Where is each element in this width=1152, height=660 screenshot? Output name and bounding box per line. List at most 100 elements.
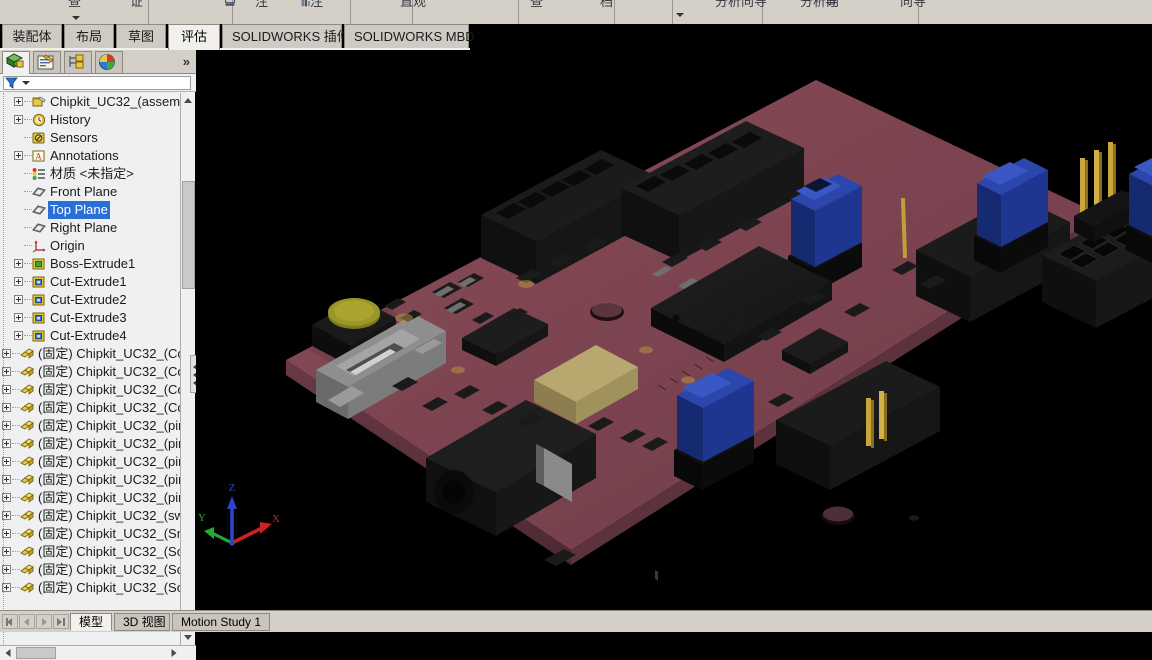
tree-hscroll-thumb[interactable]: [16, 647, 56, 659]
tree-filter-bar[interactable]: [0, 74, 196, 92]
last-tab-button[interactable]: [53, 614, 69, 629]
tree-item-label[interactable]: (固定) Chipkit_UC32_(Cor: [36, 399, 180, 417]
funnel-filter-icon[interactable]: [5, 77, 18, 89]
tree-item[interactable]: (固定) Chipkit_UC32_(Cor: [0, 363, 180, 381]
tree-item[interactable]: Origin: [0, 237, 180, 255]
tree-item-label[interactable]: Cut-Extrude1: [48, 273, 129, 291]
tree-item[interactable]: (固定) Chipkit_UC32_(Sm: [0, 525, 180, 543]
tree-horizontal-scrollbar[interactable]: [0, 645, 196, 660]
tree-item[interactable]: (固定) Chipkit_UC32_(Cor: [0, 345, 180, 363]
first-tab-button[interactable]: [2, 614, 18, 629]
tree-item-label[interactable]: Cut-Extrude4: [48, 327, 129, 345]
tree-item[interactable]: (固定) Chipkit_UC32_(Sot: [0, 579, 180, 597]
tree-item[interactable]: Cut-Extrude2: [0, 291, 180, 309]
tree-item[interactable]: (固定) Chipkit_UC32_(Sot: [0, 543, 180, 561]
panel-overflow-button[interactable]: »: [183, 54, 190, 69]
filter-dropdown-caret[interactable]: [22, 81, 30, 85]
tree-item[interactable]: Cut-Extrude1: [0, 273, 180, 291]
tree-expand-toggle[interactable]: [14, 97, 23, 106]
property-manager-tab[interactable]: [33, 51, 61, 73]
tree-item-label[interactable]: (固定) Chipkit_UC32_(Sm: [36, 525, 180, 543]
command-tab-3[interactable]: 评估: [168, 24, 220, 50]
feature-manager-tab[interactable]: [2, 51, 30, 75]
command-tab-1[interactable]: 布局: [64, 24, 114, 48]
tree-item[interactable]: (固定) Chipkit_UC32_(Sot: [0, 561, 180, 579]
tree-item[interactable]: A Annotations: [0, 147, 180, 165]
tree-item-label[interactable]: (固定) Chipkit_UC32_(swi: [36, 507, 180, 525]
tree-item-label[interactable]: (固定) Chipkit_UC32_(pin: [36, 489, 180, 507]
tree-item[interactable]: (固定) Chipkit_UC32_(swi: [0, 507, 180, 525]
tree-item-label[interactable]: Annotations: [48, 147, 121, 165]
tree-item-label[interactable]: Cut-Extrude3: [48, 309, 129, 327]
ribbon-command-label-0[interactable]: 查: [68, 0, 81, 10]
tree-item[interactable]: Cut-Extrude3: [0, 309, 180, 327]
mass-properties-icon[interactable]: [298, 0, 314, 8]
command-tab-2[interactable]: 草图: [116, 24, 166, 48]
tree-item[interactable]: (固定) Chipkit_UC32_(pin: [0, 453, 180, 471]
ribbon-command-label-9[interactable]: 导: [825, 0, 838, 10]
bottom-tab-0[interactable]: 模型: [70, 613, 112, 631]
ribbon-command-label-5[interactable]: 查: [530, 0, 543, 10]
pcb-model-3d[interactable]: Z X Y: [196, 50, 1152, 610]
bottom-tab-2[interactable]: Motion Study 1: [172, 613, 270, 631]
tree-item-label[interactable]: (固定) Chipkit_UC32_(pin: [36, 417, 180, 435]
bottom-tab-strip[interactable]: 模型 3D 视图 Motion Study 1: [0, 610, 1152, 632]
tree-item[interactable]: Boss-Extrude1: [0, 255, 180, 273]
measure-icon[interactable]: [222, 0, 238, 8]
tree-item-label[interactable]: (固定) Chipkit_UC32_(Sot: [36, 579, 180, 597]
tree-item[interactable]: (固定) Chipkit_UC32_(Cor: [0, 381, 180, 399]
scroll-down-button[interactable]: [181, 631, 195, 645]
scroll-up-button[interactable]: [181, 93, 195, 107]
tree-item-label[interactable]: (固定) Chipkit_UC32_(pin: [36, 471, 180, 489]
ribbon-command-label-7[interactable]: 分析向导: [715, 0, 767, 10]
tree-item-label[interactable]: (固定) Chipkit_UC32_(Sot: [36, 543, 180, 561]
tree-item[interactable]: Chipkit_UC32_(assem: [0, 93, 180, 111]
command-tab-0[interactable]: 装配体: [2, 24, 62, 48]
tree-item-label[interactable]: History: [48, 111, 92, 129]
ribbon-dropdown-caret-0[interactable]: [72, 16, 80, 20]
tree-item-label[interactable]: Origin: [48, 237, 87, 255]
feature-manager-tab-bar[interactable]: »: [0, 50, 196, 75]
filter-input-box[interactable]: [3, 76, 191, 90]
prev-tab-button[interactable]: [19, 614, 35, 629]
tree-item-label[interactable]: (固定) Chipkit_UC32_(Cor: [36, 363, 180, 381]
tree-scroll-thumb[interactable]: [182, 181, 195, 289]
tree-item[interactable]: Top Plane: [0, 201, 180, 219]
tree-item[interactable]: Cut-Extrude4: [0, 327, 180, 345]
tree-item[interactable]: 材质 <未指定>: [0, 165, 180, 183]
ribbon-command-label-4[interactable]: 直观: [400, 0, 426, 10]
tree-expand-toggle[interactable]: [14, 295, 23, 304]
tree-item[interactable]: Front Plane: [0, 183, 180, 201]
tree-item[interactable]: (固定) Chipkit_UC32_(pin: [0, 435, 180, 453]
scroll-left-button[interactable]: [0, 646, 15, 659]
tree-expand-toggle[interactable]: [14, 151, 23, 160]
tree-item-label[interactable]: Right Plane: [48, 219, 119, 237]
tree-item-label[interactable]: Chipkit_UC32_(assem: [48, 93, 180, 111]
tree-item[interactable]: (固定) Chipkit_UC32_(Cor: [0, 399, 180, 417]
bottom-tab-1[interactable]: 3D 视图: [114, 613, 170, 631]
ribbon-command-label-1[interactable]: 证: [130, 0, 143, 10]
tree-item[interactable]: Right Plane: [0, 219, 180, 237]
configuration-manager-tab[interactable]: [64, 51, 92, 73]
command-manager-tabs[interactable]: 装配体 布局 草图 评估 SOLIDWORKS 插件 SOLIDWORKS MBD: [0, 24, 1152, 50]
ribbon-dropdown-caret-1[interactable]: [676, 13, 684, 17]
scroll-right-button[interactable]: [166, 646, 181, 659]
tree-item-label[interactable]: (固定) Chipkit_UC32_(Cor: [36, 381, 180, 399]
tree-item[interactable]: (固定) Chipkit_UC32_(pin: [0, 417, 180, 435]
tree-expand-toggle[interactable]: [14, 331, 23, 340]
tree-item[interactable]: Sensors: [0, 129, 180, 147]
ribbon-command-label-2[interactable]: 注: [255, 0, 268, 10]
tree-item-label[interactable]: Sensors: [48, 129, 100, 147]
ribbon-command-label-10[interactable]: 向导: [900, 0, 926, 10]
tree-item-label[interactable]: (固定) Chipkit_UC32_(Cor: [36, 345, 180, 363]
tree-expand-toggle[interactable]: [14, 313, 23, 322]
next-tab-button[interactable]: [36, 614, 52, 629]
display-manager-tab[interactable]: [95, 51, 123, 73]
tree-item-label[interactable]: Front Plane: [48, 183, 119, 201]
command-tab-4[interactable]: SOLIDWORKS 插件: [222, 24, 350, 48]
tree-item[interactable]: (固定) Chipkit_UC32_(pin: [0, 489, 180, 507]
feature-tree[interactable]: Chipkit_UC32_(assem History Sensors A Annota…: [0, 93, 180, 645]
command-tab-5[interactable]: SOLIDWORKS MBD: [344, 24, 475, 48]
tree-expand-toggle[interactable]: [14, 259, 23, 268]
tree-item[interactable]: (固定) Chipkit_UC32_(pin: [0, 471, 180, 489]
